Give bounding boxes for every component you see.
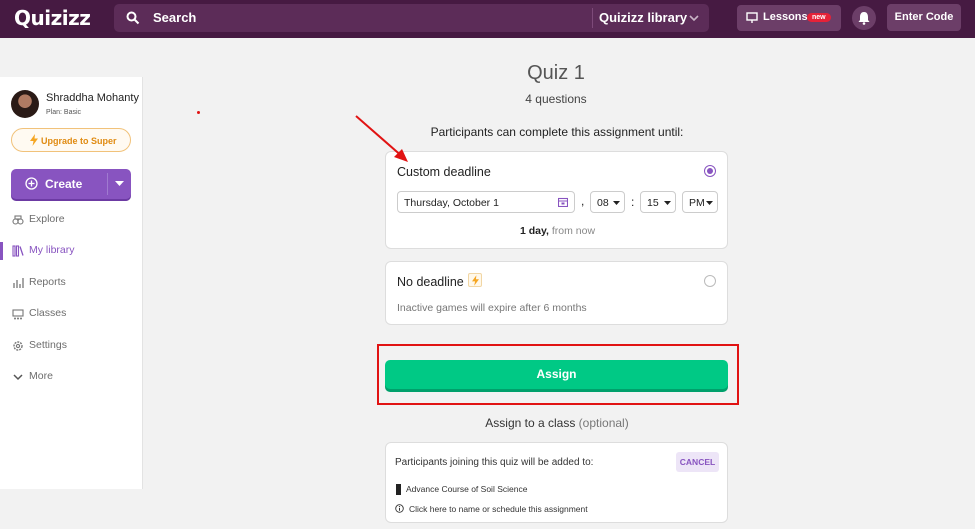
expiry-note: Inactive games will expire after 6 month…	[397, 302, 587, 314]
class-assignment-card: Participants joining this quiz will be a…	[385, 442, 728, 523]
new-badge: new	[807, 13, 831, 22]
sidebar-item-label: Settings	[29, 339, 67, 351]
sidebar-item-settings[interactable]: Settings	[0, 335, 142, 357]
ampm-value: PM	[689, 197, 705, 209]
assign-to-class-heading: Assign to a class (optional)	[386, 416, 728, 430]
search-icon	[126, 11, 140, 25]
create-label: Create	[45, 177, 83, 191]
sidebar-item-label: My library	[29, 244, 75, 256]
date-time-separator: ,	[581, 194, 585, 208]
reports-icon	[13, 278, 24, 288]
lightning-icon	[472, 275, 479, 286]
minute-select[interactable]: 15	[640, 191, 676, 213]
optional-label: (optional)	[578, 416, 629, 430]
no-deadline-radio[interactable]	[704, 275, 716, 287]
date-picker[interactable]: Thursday, October 1	[397, 191, 575, 213]
annotation-dot	[197, 111, 200, 114]
super-feature-badge	[468, 273, 482, 287]
sidebar-item-classes[interactable]: Classes	[0, 303, 142, 325]
calendar-icon	[558, 197, 568, 207]
bell-icon	[858, 12, 870, 25]
search-bar[interactable]: Search Quizizz library	[114, 4, 709, 32]
create-button[interactable]: Create	[11, 169, 131, 199]
question-count: 4 questions	[525, 92, 587, 106]
caret-down-icon[interactable]	[115, 181, 124, 187]
annotation-arrow	[355, 115, 408, 162]
user-plan: Plan: Basic	[46, 109, 82, 116]
time-separator: :	[631, 195, 635, 209]
library-selector[interactable]: Quizizz library	[599, 10, 687, 25]
quizizz-logo[interactable]: Quizizz	[14, 6, 91, 30]
custom-deadline-option[interactable]: Custom deadline Thursday, October 1 , 08…	[385, 151, 728, 249]
sidebar-item-reports[interactable]: Reports	[0, 272, 142, 294]
join-info-text: Participants joining this quiz will be a…	[395, 457, 594, 468]
create-divider	[107, 173, 108, 195]
lessons-button[interactable]: Lessons new	[737, 5, 841, 31]
duration-text: 1 day, from now	[386, 225, 729, 237]
search-divider	[592, 8, 593, 28]
ampm-select[interactable]: PM	[682, 191, 718, 213]
active-indicator	[0, 242, 3, 260]
presentation-icon	[746, 12, 758, 23]
classes-icon	[12, 309, 24, 320]
assign-class-label: Assign to a class	[485, 416, 576, 430]
explore-icon	[12, 215, 24, 225]
duration-value: 1 day,	[519, 225, 549, 237]
class-color-marker	[396, 484, 401, 495]
user-name: Shraddha Mohanty	[46, 92, 139, 104]
sidebar-item-label: Reports	[29, 276, 66, 288]
upgrade-button[interactable]: Upgrade to Super	[11, 128, 131, 152]
settings-icon	[13, 341, 23, 351]
lightning-icon	[30, 134, 38, 146]
no-deadline-option[interactable]: No deadline Inactive games will expire a…	[385, 261, 728, 325]
lessons-label: Lessons	[763, 11, 808, 23]
deadline-heading: Participants can complete this assignmen…	[430, 125, 684, 139]
sidebar-item-label: Explore	[29, 213, 65, 225]
minute-value: 15	[647, 197, 659, 209]
sidebar: Shraddha Mohanty Plan: Basic Upgrade to …	[0, 77, 143, 489]
info-icon	[395, 504, 404, 513]
top-nav-bar: Quizizz Search Quizizz library Lessons n…	[0, 0, 975, 38]
caret-down-icon	[613, 201, 620, 205]
sidebar-item-label: Classes	[29, 307, 67, 319]
duration-suffix: from now	[548, 225, 596, 237]
upgrade-label: Upgrade to Super	[41, 136, 117, 146]
hour-value: 08	[597, 197, 609, 209]
class-name: Advance Course of Soil Science	[406, 484, 528, 494]
avatar[interactable]	[11, 90, 39, 118]
caret-down-icon	[664, 201, 671, 205]
schedule-assignment-link[interactable]: Click here to name or schedule this assi…	[409, 504, 588, 514]
cancel-button[interactable]: CANCEL	[676, 452, 719, 472]
enter-code-button[interactable]: Enter Code	[887, 4, 961, 31]
quiz-title: Quiz 1	[527, 62, 585, 84]
sidebar-item-more[interactable]: More	[0, 366, 142, 388]
caret-down-icon	[706, 201, 713, 205]
library-icon	[12, 245, 24, 257]
search-input[interactable]: Search	[153, 10, 196, 25]
no-deadline-title: No deadline	[397, 275, 464, 289]
hour-select[interactable]: 08	[590, 191, 625, 213]
date-value: Thursday, October 1	[404, 197, 499, 209]
chevron-down-icon[interactable]	[688, 12, 700, 24]
chevron-down-icon	[13, 374, 23, 381]
custom-deadline-radio[interactable]	[704, 165, 716, 177]
sidebar-item-explore[interactable]: Explore	[0, 209, 142, 231]
sidebar-item-label: More	[29, 370, 53, 382]
notifications-button[interactable]	[852, 6, 876, 30]
plus-circle-icon	[25, 177, 38, 190]
assign-button[interactable]: Assign	[385, 360, 728, 389]
sidebar-item-my-library[interactable]: My library	[0, 240, 142, 262]
